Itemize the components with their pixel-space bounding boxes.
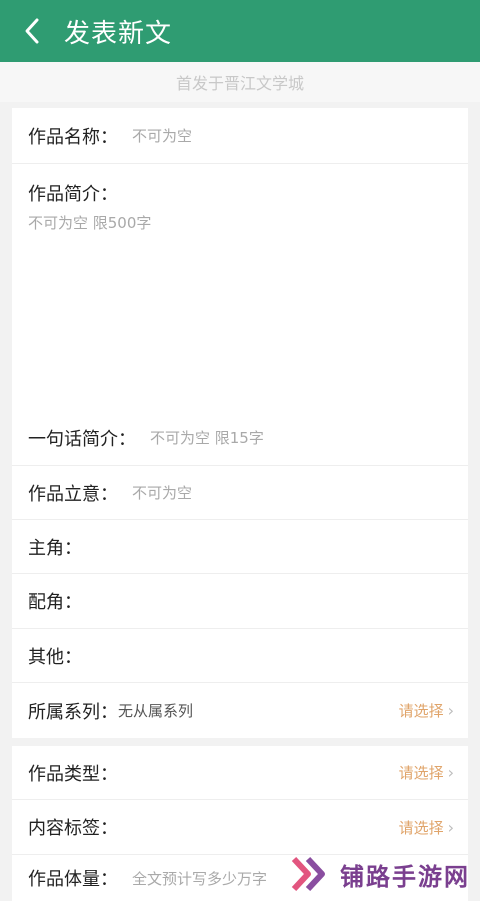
watermark-text: 铺路手游网: [340, 862, 470, 891]
series-choose-label: 请选择: [398, 702, 444, 720]
chevron-left-icon: [25, 18, 39, 44]
play-chevrons-logo: [291, 856, 325, 892]
watermark: 铺路手游网: [290, 848, 470, 900]
intro-row[interactable]: 作品简介： 不可为空 限500字: [12, 164, 468, 408]
protagonist-row[interactable]: 主角：: [12, 520, 468, 574]
page-title: 发表新文: [64, 18, 173, 49]
content-tags-label: 内容标签：: [28, 818, 118, 839]
one-line-intro-row[interactable]: 一句话简介： 不可为空 限15字: [12, 410, 468, 466]
intro-label: 作品简介：: [28, 184, 118, 205]
supporting-row[interactable]: 配角：: [12, 574, 468, 629]
one-line-intro-label: 一句话简介：: [28, 428, 136, 450]
work-type-label: 作品类型：: [28, 763, 118, 785]
work-volume-label: 作品体量：: [28, 869, 118, 890]
one-line-intro-input[interactable]: 不可为空 限15字: [150, 427, 264, 448]
series-choose-button[interactable]: 请选择 ›: [399, 683, 454, 738]
content-tags-choose-label: 请选择: [398, 818, 444, 837]
work-name-input[interactable]: 不可为空: [132, 125, 192, 146]
back-button[interactable]: [0, 0, 64, 62]
supporting-label: 配角：: [28, 592, 82, 613]
work-type-choose-button[interactable]: 请选择 ›: [399, 746, 454, 799]
concept-input[interactable]: 不可为空: [132, 482, 192, 503]
chevron-right-icon: ›: [447, 701, 454, 720]
concept-row[interactable]: 作品立意： 不可为空: [12, 466, 468, 520]
publish-site-note: 首发于晋江文学城: [0, 62, 480, 102]
series-value: 无从属系列: [118, 702, 194, 720]
work-name-row[interactable]: 作品名称： 不可为空: [12, 108, 468, 164]
content-tags-row[interactable]: 内容标签： 请选择 ›: [12, 800, 468, 855]
series-row[interactable]: 所属系列： 无从属系列 请选择 ›: [12, 683, 468, 738]
other-row[interactable]: 其他：: [12, 629, 468, 683]
protagonist-label: 主角：: [28, 537, 82, 559]
concept-label: 作品立意：: [28, 483, 118, 505]
top-app-bar: 发表新文: [0, 0, 480, 62]
content-tags-choose-button[interactable]: 请选择 ›: [399, 800, 454, 854]
work-type-row[interactable]: 作品类型： 请选择 ›: [12, 746, 468, 800]
work-name-label: 作品名称：: [28, 126, 118, 148]
basic-info-card: 作品名称： 不可为空 作品简介： 不可为空 限500字 一句话简介： 不可为空 …: [12, 108, 468, 738]
chevron-right-icon: ›: [447, 817, 454, 837]
work-type-choose-label: 请选择: [398, 764, 444, 782]
other-label: 其他：: [28, 646, 82, 668]
intro-textarea[interactable]: 不可为空 限500字: [28, 212, 151, 233]
work-volume-input[interactable]: 全文预计写多少万字: [132, 868, 267, 889]
series-label: 所属系列：: [28, 701, 118, 723]
chevron-right-icon: ›: [447, 763, 454, 782]
